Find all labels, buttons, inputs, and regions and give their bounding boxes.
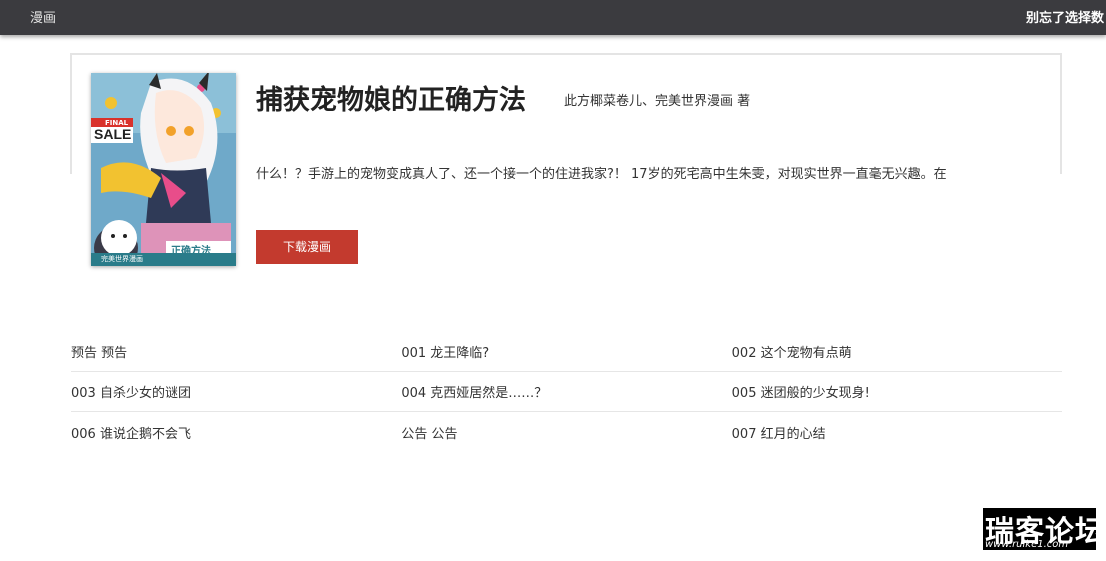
chapter-row: 003 自杀少女的谜团 004 克西娅居然是……？ 005 迷团般的少女现身!	[71, 372, 1062, 412]
cover-badge-sale: SALE	[94, 126, 132, 142]
chapter-link[interactable]: 002 这个宠物有点萌	[732, 342, 1062, 361]
watermark-logo: 瑞客论坛 www.ruike1.com	[983, 508, 1104, 550]
chapter-link[interactable]: 007 红月的心结	[732, 423, 1062, 442]
chapter-link[interactable]: 005 迷团般的少女现身!	[732, 382, 1062, 401]
comic-cover-image[interactable]: FINAL SALE 正确方法 完美世界漫画	[91, 73, 236, 266]
chapter-link[interactable]: 公告 公告	[401, 423, 731, 442]
top-notice-text: 别忘了选择数	[1026, 11, 1105, 26]
watermark-url-text: www.ruike1.com	[985, 539, 1069, 550]
cover-publisher-text: 完美世界漫画	[101, 255, 143, 263]
nav-comics-link[interactable]: 漫画	[30, 7, 56, 26]
chapter-row: 预告 预告 001 龙王降临? 002 这个宠物有点萌	[71, 332, 1062, 372]
chapter-link[interactable]: 预告 预告	[71, 342, 401, 361]
chapter-list: 预告 预告 001 龙王降临? 002 这个宠物有点萌 003 自杀少女的谜团 …	[71, 332, 1062, 452]
chapter-link[interactable]: 006 谁说企鹅不会飞	[71, 423, 401, 442]
chapter-row: 006 谁说企鹅不会飞 公告 公告 007 红月的心结	[71, 412, 1062, 452]
comic-title: 捕获宠物娘的正确方法	[256, 85, 526, 116]
download-comic-button[interactable]: 下载漫画	[256, 230, 358, 264]
top-navigation-bar: 漫画 别忘了选择数	[0, 0, 1106, 35]
cover-logo-text: 正确方法	[171, 246, 211, 257]
comic-description: 什么！？手游上的宠物变成真人了、还一个接一个的住进我家?！ 17岁的死宅高中生朱…	[256, 167, 947, 182]
cover-artwork	[91, 73, 236, 266]
chapter-link[interactable]: 003 自杀少女的谜团	[71, 382, 401, 401]
comic-author: 此方椰菜卷儿、完美世界漫画 著	[564, 94, 751, 109]
chapter-link[interactable]: 001 龙王降临?	[401, 342, 731, 361]
chapter-link[interactable]: 004 克西娅居然是……？	[401, 382, 731, 401]
